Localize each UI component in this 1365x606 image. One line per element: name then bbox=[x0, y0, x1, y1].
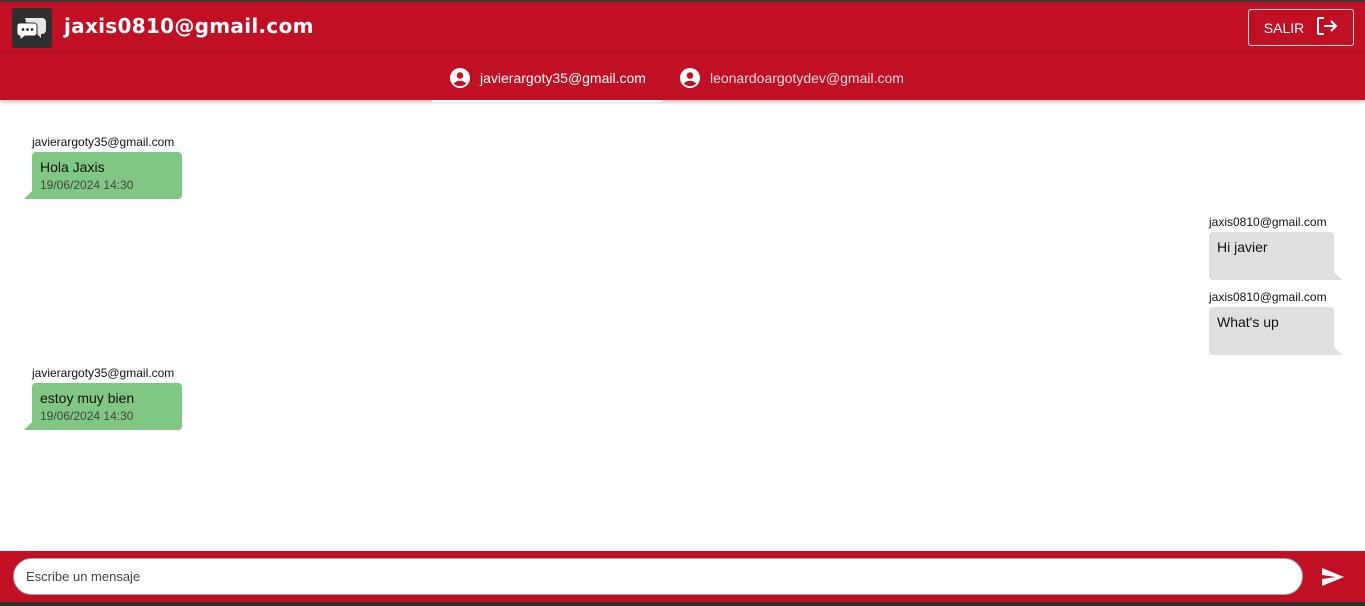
message-sender: javierargoty35@gmail.com bbox=[32, 366, 175, 380]
message-list[interactable]: javierargoty35@gmail.com Hola Jaxis 19/0… bbox=[0, 100, 1365, 551]
message-item: jaxis0810@gmail.com Hi javier bbox=[1209, 215, 1342, 280]
message-text: Hola Jaxis bbox=[40, 159, 105, 175]
user-title: jaxis0810@gmail.com bbox=[64, 14, 314, 38]
message-bubble: estoy muy bien 19/06/2024 14:30 bbox=[24, 383, 182, 430]
logout-icon bbox=[1316, 16, 1338, 39]
logout-button[interactable]: SALIR bbox=[1248, 9, 1354, 46]
message-bubble: Hi javier bbox=[1209, 232, 1342, 280]
message-text: What's up bbox=[1217, 314, 1279, 330]
account-circle-icon bbox=[450, 67, 470, 88]
tab-label: javierargoty35@gmail.com bbox=[480, 69, 646, 86]
composer-bar bbox=[0, 551, 1365, 606]
send-button[interactable] bbox=[1320, 565, 1346, 589]
message-sender: jaxis0810@gmail.com bbox=[1209, 290, 1327, 304]
message-timestamp: 19/06/2024 14:30 bbox=[40, 409, 134, 423]
message-bubble: What's up bbox=[1209, 307, 1342, 355]
send-icon bbox=[1321, 567, 1345, 587]
tab-contact-javierargoty35[interactable]: javierargoty35@gmail.com bbox=[432, 53, 662, 102]
tab-contact-leonardoargotydev[interactable]: leonardoargotydev@gmail.com bbox=[662, 53, 920, 102]
message-item: javierargoty35@gmail.com estoy muy bien … bbox=[24, 366, 182, 430]
logout-label: SALIR bbox=[1263, 19, 1305, 36]
message-text: estoy muy bien bbox=[40, 390, 135, 406]
message-bubble: Hola Jaxis 19/06/2024 14:30 bbox=[24, 152, 182, 199]
contact-tabs: javierargoty35@gmail.com leonardoargotyd… bbox=[432, 53, 920, 102]
header-divider bbox=[0, 51, 1365, 52]
message-item: javierargoty35@gmail.com Hola Jaxis 19/0… bbox=[24, 135, 182, 199]
tab-label: leonardoargotydev@gmail.com bbox=[709, 69, 904, 86]
message-input[interactable] bbox=[13, 558, 1303, 595]
top-bar: jaxis0810@gmail.com SALIR javierargoty35… bbox=[0, 0, 1365, 102]
account-circle-icon bbox=[679, 67, 700, 88]
message-sender: javierargoty35@gmail.com bbox=[32, 135, 175, 149]
message-timestamp: 19/06/2024 14:30 bbox=[40, 178, 134, 192]
message-sender: jaxis0810@gmail.com bbox=[1209, 215, 1327, 229]
chat-bubbles-icon bbox=[12, 8, 52, 48]
message-text: Hi javier bbox=[1217, 239, 1268, 255]
message-item: jaxis0810@gmail.com What's up bbox=[1209, 290, 1342, 355]
